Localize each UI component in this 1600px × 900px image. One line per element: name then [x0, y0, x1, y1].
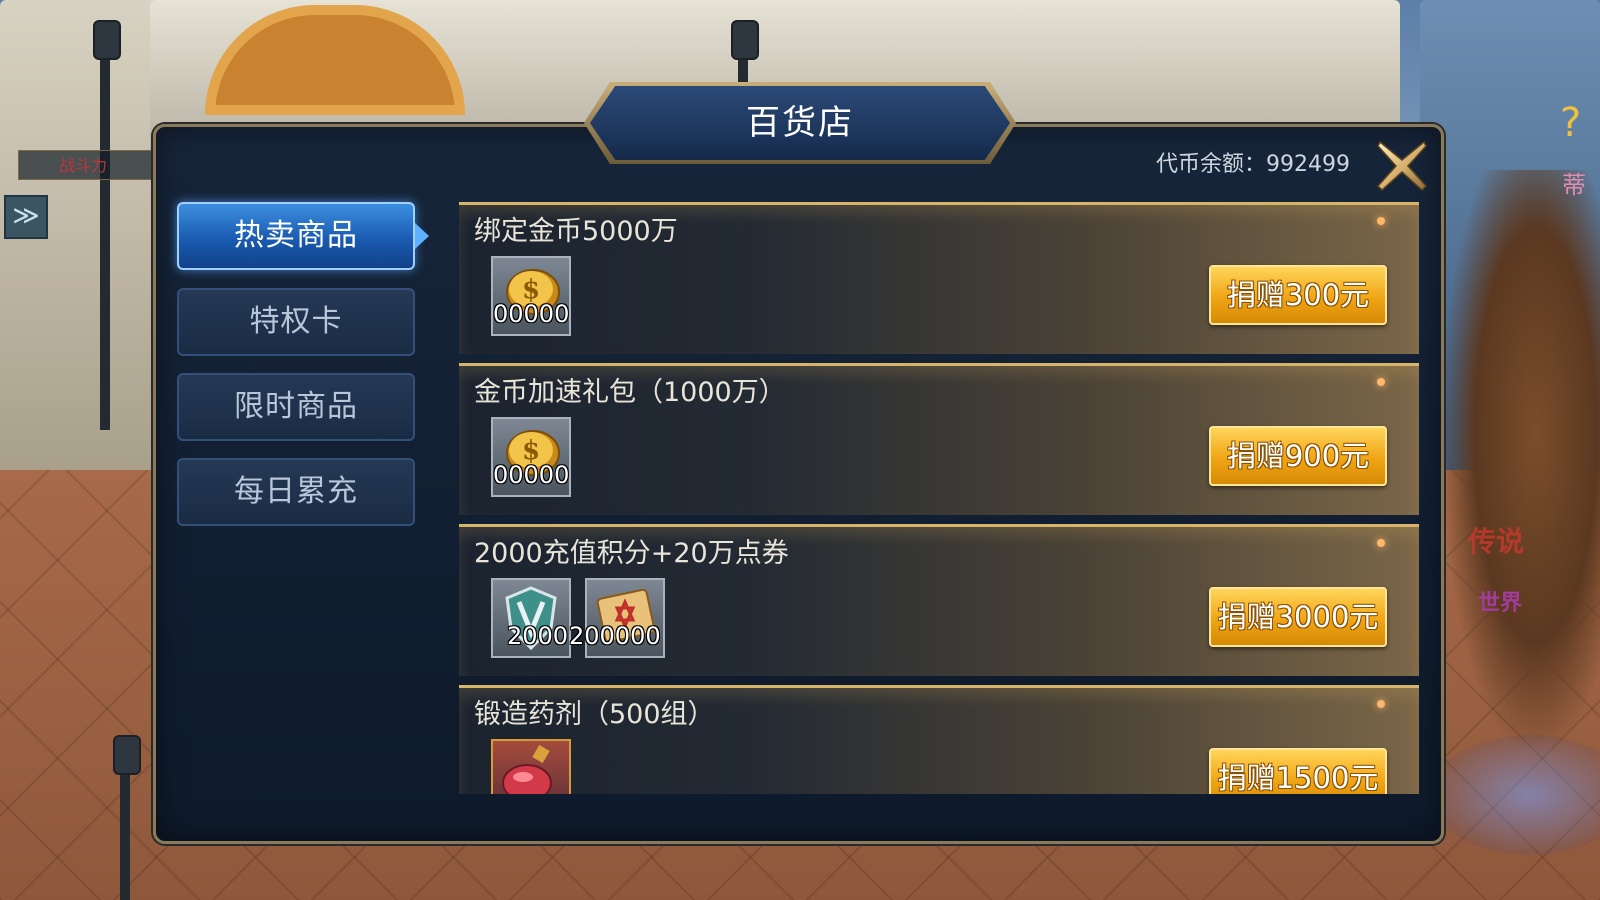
- product-name: 2000充值积分+20万点券: [474, 538, 789, 569]
- tab-privilege-card[interactable]: 特权卡: [177, 288, 415, 356]
- product-name: 绑定金币5000万: [474, 216, 678, 247]
- combat-power-tag: 战斗力: [18, 150, 158, 180]
- donate-button[interactable]: 捐赠3000元: [1209, 587, 1387, 647]
- token-balance: 代币余额：992499: [1156, 152, 1350, 177]
- reward-slot[interactable]: $ 00000: [491, 417, 571, 497]
- product-row: 2000充值积分+20万点券 2000 200000 捐赠3000元: [459, 524, 1419, 676]
- donate-button[interactable]: 捐赠1500元: [1209, 748, 1387, 794]
- product-list[interactable]: 绑定金币5000万 $ 00000 捐赠300元 金币加速礼包（1000万） $…: [459, 202, 1419, 794]
- legend-label: 传说: [1468, 525, 1525, 558]
- dialog-title: 百货店: [746, 103, 854, 143]
- expand-arrow-icon[interactable]: ≫: [4, 195, 48, 239]
- world-label: 世界: [1478, 591, 1523, 616]
- close-x-icon: [1376, 140, 1428, 192]
- reward-slot[interactable]: 200000: [569, 578, 665, 658]
- donate-button[interactable]: 捐赠300元: [1209, 265, 1387, 325]
- product-name: 锻造药剂（500组）: [474, 699, 715, 730]
- tab-hot-items[interactable]: 热卖商品: [177, 202, 415, 270]
- potion-bottle-icon: [502, 744, 552, 794]
- reward-slot[interactable]: $ 00000: [491, 256, 571, 336]
- street-lamp-pole: [100, 40, 110, 430]
- street-lamp-head: [113, 735, 141, 775]
- reward-slot[interactable]: 2000: [491, 578, 571, 658]
- close-button[interactable]: [1374, 138, 1430, 194]
- reward-slot[interactable]: [491, 739, 571, 794]
- reward-quantity: 00000: [493, 300, 570, 328]
- street-lamp-pole: [120, 760, 130, 900]
- product-name: 金币加速礼包（1000万）: [474, 377, 786, 408]
- street-lamp-head: [731, 20, 759, 60]
- donate-button[interactable]: 捐赠900元: [1209, 426, 1387, 486]
- side-label: 蒂: [1562, 171, 1586, 199]
- sparkle: [1377, 539, 1385, 547]
- product-row: 绑定金币5000万 $ 00000 捐赠300元: [459, 202, 1419, 354]
- sparkle: [1377, 217, 1385, 225]
- dragon-creature: [1440, 170, 1600, 760]
- tab-daily-recharge[interactable]: 每日累充: [177, 458, 415, 526]
- sparkle: [1377, 700, 1385, 708]
- reward-quantity: 00000: [493, 461, 570, 489]
- reward-quantity: 200000: [569, 622, 661, 650]
- sparkle: [1377, 378, 1385, 386]
- active-tab-pointer-icon: [415, 223, 429, 249]
- product-row: 金币加速礼包（1000万） $ 00000 捐赠900元: [459, 363, 1419, 515]
- street-lamp-head: [93, 20, 121, 60]
- product-row: 锻造药剂（500组） 捐赠1500元: [459, 685, 1419, 794]
- tab-limited-items[interactable]: 限时商品: [177, 373, 415, 441]
- help-icon[interactable]: ?: [1560, 100, 1581, 146]
